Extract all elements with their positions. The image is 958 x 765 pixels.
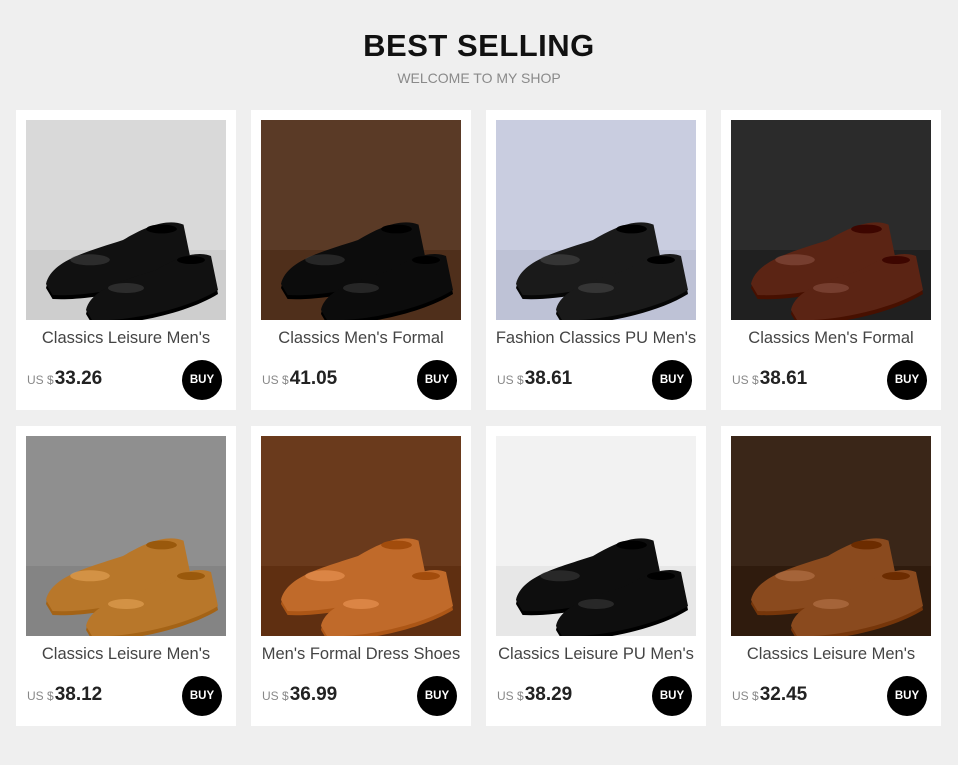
product-price: US $ 38.61 [732,368,807,390]
product-card[interactable]: Classics Leisure Men's US $ 32.45 BUY [721,426,941,726]
price-currency: US $ [497,689,524,703]
product-image[interactable] [731,436,931,636]
best-selling-section: BEST SELLING WELCOME TO MY SHOP Classics… [0,0,958,765]
product-name[interactable]: Classics Men's Formal [721,329,941,348]
buy-button[interactable]: BUY [417,676,457,716]
price-currency: US $ [497,373,524,387]
shoe-illustration [261,120,461,320]
shoe-illustration [26,120,226,320]
price-amount: 32.45 [759,684,808,705]
price-amount: 38.29 [524,684,573,705]
price-amount: 41.05 [289,368,338,389]
section-title: BEST SELLING [363,28,595,63]
product-price: US $ 41.05 [262,368,337,390]
product-price: US $ 38.61 [497,368,572,390]
product-name[interactable]: Classics Leisure Men's [721,645,941,664]
product-card[interactable]: Men's Formal Dress Shoes US $ 36.99 BUY [251,426,471,726]
buy-button[interactable]: BUY [182,676,222,716]
section-subtitle: WELCOME TO MY SHOP [397,70,561,86]
buy-button[interactable]: BUY [887,360,927,400]
product-name[interactable]: Classics Men's Formal [251,329,471,348]
price-amount: 38.61 [759,368,808,389]
product-name[interactable]: Classics Leisure PU Men's [486,645,706,664]
product-name[interactable]: Classics Leisure Men's [16,329,236,348]
product-image[interactable] [731,120,931,320]
product-card[interactable]: Classics Leisure Men's US $ 38.12 BUY [16,426,236,726]
product-price: US $ 38.12 [27,684,102,706]
product-card[interactable]: Classics Leisure Men's US $ 33.26 BUY [16,110,236,410]
price-amount: 33.26 [54,368,103,389]
buy-button[interactable]: BUY [652,360,692,400]
price-currency: US $ [27,689,54,703]
product-price: US $ 36.99 [262,684,337,706]
price-currency: US $ [27,373,54,387]
price-amount: 38.61 [524,368,573,389]
buy-button[interactable]: BUY [417,360,457,400]
product-card[interactable]: Classics Leisure PU Men's US $ 38.29 BUY [486,426,706,726]
product-price: US $ 33.26 [27,368,102,390]
shoe-illustration [496,120,696,320]
shoe-illustration [731,436,931,636]
product-price: US $ 38.29 [497,684,572,706]
product-name[interactable]: Fashion Classics PU Men's [486,329,706,348]
price-currency: US $ [262,689,289,703]
product-image[interactable] [261,436,461,636]
buy-button[interactable]: BUY [182,360,222,400]
product-card[interactable]: Classics Men's Formal US $ 41.05 BUY [251,110,471,410]
buy-button[interactable]: BUY [652,676,692,716]
product-image[interactable] [496,120,696,320]
product-name[interactable]: Classics Leisure Men's [16,645,236,664]
price-currency: US $ [732,689,759,703]
shoe-illustration [261,436,461,636]
buy-button[interactable]: BUY [887,676,927,716]
product-image[interactable] [26,120,226,320]
product-price: US $ 32.45 [732,684,807,706]
product-grid: Classics Leisure Men's US $ 33.26 BUY Cl… [16,110,942,726]
product-image[interactable] [26,436,226,636]
product-image[interactable] [261,120,461,320]
shoe-illustration [26,436,226,636]
product-card[interactable]: Classics Men's Formal US $ 38.61 BUY [721,110,941,410]
product-image[interactable] [496,436,696,636]
price-currency: US $ [732,373,759,387]
price-amount: 38.12 [54,684,103,705]
shoe-illustration [731,120,931,320]
product-card[interactable]: Fashion Classics PU Men's US $ 38.61 BUY [486,110,706,410]
product-name[interactable]: Men's Formal Dress Shoes [251,645,471,664]
shoe-illustration [496,436,696,636]
price-currency: US $ [262,373,289,387]
price-amount: 36.99 [289,684,338,705]
